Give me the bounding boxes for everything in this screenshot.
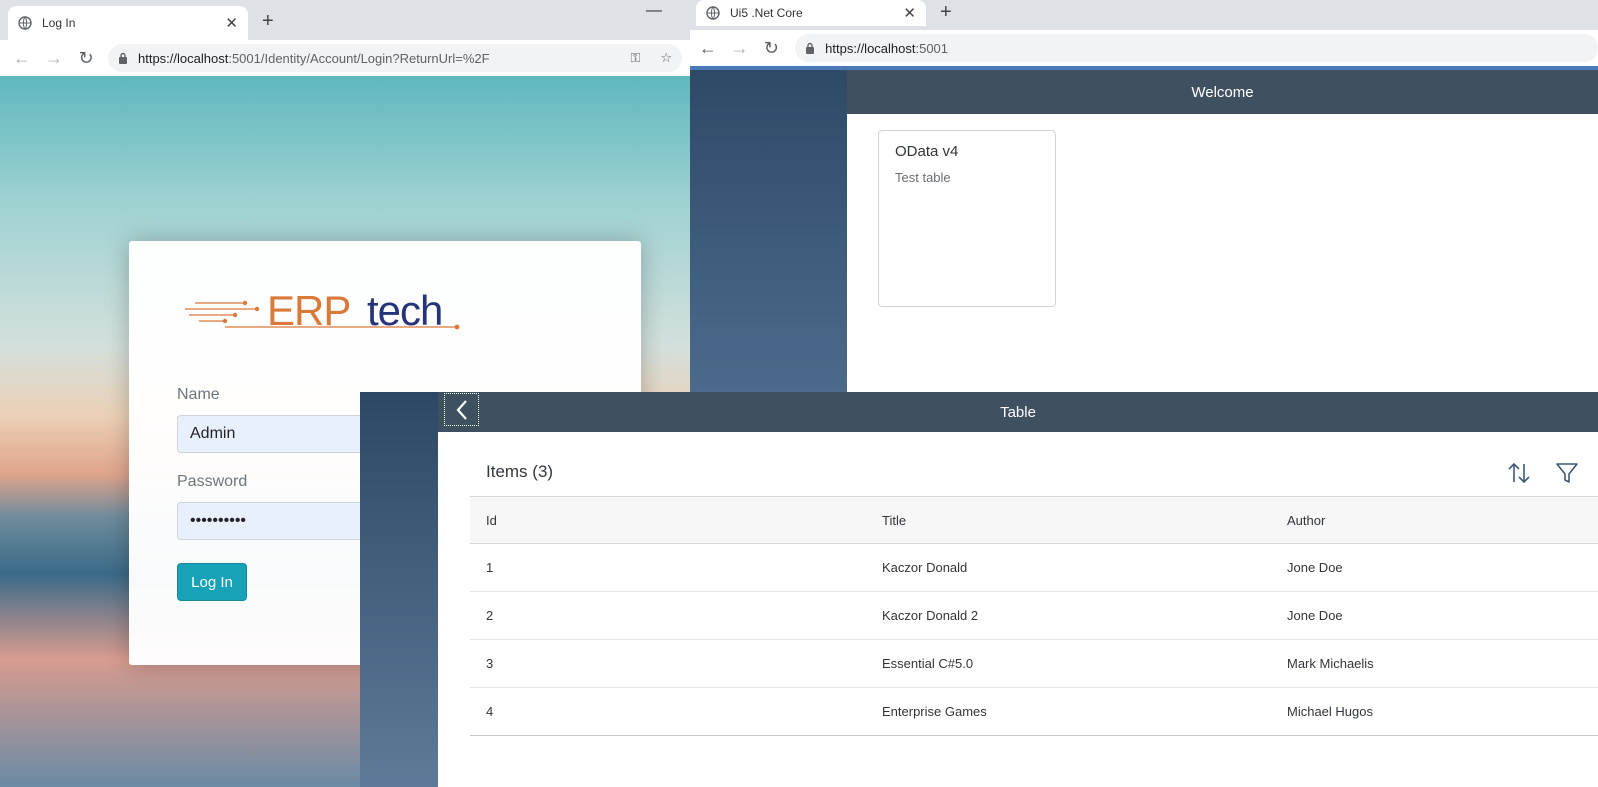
table-row[interactable]: 2 Kaczor Donald 2 Jone Doe xyxy=(470,592,1598,640)
table-title: Items (3) xyxy=(486,462,554,481)
chevron-left-icon xyxy=(456,399,467,420)
tab-title: Log In xyxy=(42,16,76,30)
address-bar: ← → ↻ https://localhost:5001/Identity/Ac… xyxy=(0,40,690,76)
close-tab-icon[interactable]: ✕ xyxy=(903,4,916,22)
tab-strip: Log In ✕ + — xyxy=(0,0,690,40)
cell-author: Michael Hugos xyxy=(1287,704,1373,719)
ui5-browser-window: Ui5 .Net Core ✕ + ← → ↻ https://localhos… xyxy=(690,0,1598,395)
cell-title: Kaczor Donald 2 xyxy=(882,608,979,623)
name-label: Name xyxy=(177,386,220,403)
lock-icon xyxy=(119,52,127,64)
cell-id: 2 xyxy=(486,608,494,623)
logo-text-tech: tech xyxy=(367,287,443,334)
url-field[interactable]: https://localhost:5001/Identity/Account/… xyxy=(108,44,682,72)
cell-author: Jone Doe xyxy=(1287,560,1343,575)
cell-title: Kaczor Donald xyxy=(882,560,968,575)
shell-bar-title: Welcome xyxy=(847,70,1598,114)
cell-id: 1 xyxy=(486,560,494,575)
page-title: Table xyxy=(1000,403,1036,421)
column-header-id[interactable]: Id xyxy=(470,513,866,528)
column-header-title[interactable]: Title xyxy=(866,513,1271,528)
star-icon[interactable]: ☆ xyxy=(660,50,672,66)
tab-ui5-net-core[interactable]: Ui5 .Net Core ✕ xyxy=(696,0,926,26)
launchpad-shell: Welcome OData v4 Test table xyxy=(847,70,1598,395)
erp-tech-logo: ERP tech xyxy=(185,287,465,337)
url-path: :5001/Identity/Account/Login?ReturnUrl=%… xyxy=(228,50,490,66)
forward-arrow-icon[interactable]: → xyxy=(724,38,756,59)
items-table: Id Title Author 1 Kaczor Donald Jone Doe… xyxy=(470,496,1598,736)
table-row[interactable]: 3 Essential C#5.0 Mark Michaelis xyxy=(470,640,1598,688)
globe-icon xyxy=(706,6,720,20)
logo-text-erp: ERP xyxy=(267,287,351,334)
nav-back-button[interactable] xyxy=(444,393,479,426)
address-bar-right: ← → ↻ https://localhost:5001 xyxy=(690,30,1598,66)
cell-title: Enterprise Games xyxy=(882,704,987,719)
url-port: :5001 xyxy=(915,40,949,56)
reload-icon[interactable]: ↻ xyxy=(755,38,787,59)
new-tab-button[interactable]: + xyxy=(940,1,952,24)
url-host: https://localhost xyxy=(825,40,916,56)
lock-icon xyxy=(806,42,815,54)
key-icon[interactable]: ⚿ xyxy=(630,50,640,66)
table-window: Table Items (3) Id Title Author 1 Kaczor… xyxy=(360,392,1598,787)
table-page: Table Items (3) Id Title Author 1 Kaczor… xyxy=(438,392,1598,787)
back-arrow-icon[interactable]: ← xyxy=(6,48,38,69)
globe-icon xyxy=(18,16,32,30)
tab-title: Ui5 .Net Core xyxy=(730,6,803,20)
tile-subtitle: Test table xyxy=(895,170,951,185)
back-arrow-icon[interactable]: ← xyxy=(692,38,724,59)
cell-id: 3 xyxy=(486,656,494,671)
cell-title: Essential C#5.0 xyxy=(882,656,974,671)
cell-author: Jone Doe xyxy=(1287,608,1343,623)
log-in-button[interactable]: Log In xyxy=(177,563,247,601)
odata-tile[interactable]: OData v4 Test table xyxy=(878,130,1056,307)
close-tab-icon[interactable]: ✕ xyxy=(225,14,238,32)
reload-icon[interactable]: ↻ xyxy=(70,48,102,69)
password-label: Password xyxy=(177,473,248,490)
page-header: Table xyxy=(438,392,1598,432)
cell-id: 4 xyxy=(486,704,494,719)
sort-icon[interactable] xyxy=(1506,460,1532,486)
column-header-author[interactable]: Author xyxy=(1271,513,1598,528)
new-tab-button[interactable]: + xyxy=(262,10,274,33)
table-header-row: Id Title Author xyxy=(470,496,1598,544)
minimize-button[interactable]: — xyxy=(646,2,662,20)
forward-arrow-icon[interactable]: → xyxy=(38,48,70,69)
url-host: https://localhost xyxy=(138,50,229,66)
url-field[interactable]: https://localhost:5001 xyxy=(795,34,1598,62)
table-row[interactable]: 4 Enterprise Games Michael Hugos xyxy=(470,688,1598,736)
cell-author: Mark Michaelis xyxy=(1287,656,1374,671)
tile-title: OData v4 xyxy=(895,143,959,160)
tab-log-in[interactable]: Log In ✕ xyxy=(8,6,248,40)
table-row[interactable]: 1 Kaczor Donald Jone Doe xyxy=(470,544,1598,592)
filter-icon[interactable] xyxy=(1554,460,1580,486)
